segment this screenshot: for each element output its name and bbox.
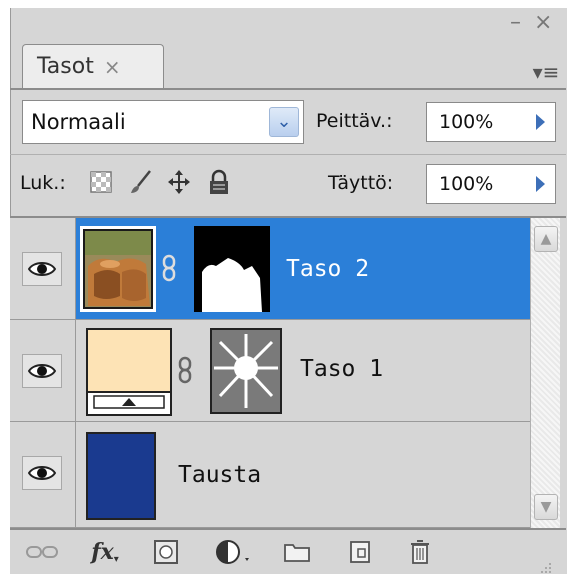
- opacity-label: Peittäv.:: [316, 110, 393, 132]
- tab-divider: [10, 88, 566, 90]
- layer-mask-thumbnail[interactable]: [210, 328, 282, 414]
- eye-icon: [28, 466, 56, 480]
- fill-field[interactable]: 100%: [426, 164, 556, 204]
- eye-icon: [28, 262, 56, 276]
- eye-icon: [28, 364, 56, 378]
- new-group-icon[interactable]: [280, 536, 314, 568]
- layers-footer-toolbar: fx ▾: [10, 528, 566, 574]
- layers-list: Taso 2 Taso 1 Tausta: [10, 218, 530, 528]
- scroll-down-icon[interactable]: ▼: [534, 494, 558, 520]
- panel-menu-button[interactable]: ▾≡: [532, 60, 560, 84]
- layer-name[interactable]: Taso 2: [286, 256, 369, 282]
- visibility-cell: [10, 422, 76, 527]
- tab-layers[interactable]: Tasot ×: [22, 44, 164, 88]
- link-mask-icon[interactable]: [162, 254, 176, 282]
- visibility-toggle[interactable]: [22, 252, 62, 286]
- lock-paint-icon[interactable]: [128, 168, 154, 196]
- visibility-cell: [10, 218, 76, 319]
- layer-name[interactable]: Taso 1: [300, 356, 383, 382]
- visibility-toggle[interactable]: [22, 354, 62, 388]
- lock-all-icon[interactable]: [206, 168, 232, 196]
- lock-label: Luk.:: [20, 172, 66, 194]
- link-mask-icon[interactable]: [178, 356, 192, 384]
- fill-value: 100%: [439, 173, 494, 195]
- tab-label: Tasot: [37, 54, 94, 79]
- blend-mode-select[interactable]: Normaali ⌄: [22, 100, 304, 144]
- divider: [10, 154, 566, 155]
- layer-mask-thumbnail[interactable]: [194, 226, 270, 312]
- lock-transparent-icon[interactable]: [88, 168, 114, 196]
- fx-icon[interactable]: fx ▾: [82, 536, 128, 568]
- add-mask-icon[interactable]: [150, 536, 182, 568]
- layer-thumbnail-photo[interactable]: [80, 226, 156, 312]
- blend-mode-value: Normaali: [31, 110, 126, 134]
- tab-close-icon[interactable]: ×: [104, 55, 121, 79]
- opacity-arrow-icon[interactable]: [536, 114, 545, 130]
- opacity-value: 100%: [439, 111, 494, 133]
- fx-label: fx: [91, 539, 114, 565]
- resize-grip-icon[interactable]: [534, 554, 554, 586]
- opacity-field[interactable]: 100%: [426, 102, 556, 142]
- layer-name[interactable]: Tausta: [178, 462, 261, 488]
- fill-label: Täyttö:: [328, 172, 394, 194]
- fill-arrow-icon[interactable]: [536, 176, 545, 192]
- close-panel-button[interactable]: ×: [534, 12, 552, 34]
- layer-thumbnail-background[interactable]: [86, 432, 156, 520]
- adjustment-layer-icon[interactable]: [212, 536, 254, 568]
- layer-row-taso-2[interactable]: Taso 2: [10, 218, 530, 320]
- layers-scrollbar[interactable]: ▲ ▼: [530, 218, 560, 528]
- link-layers-icon[interactable]: [24, 536, 60, 568]
- layer-row-tausta[interactable]: Tausta: [10, 422, 530, 528]
- trash-icon[interactable]: [404, 536, 436, 568]
- scroll-up-icon[interactable]: ▲: [534, 226, 558, 252]
- minimize-button[interactable]: –: [510, 12, 521, 34]
- layer-thumbnail-fill[interactable]: [86, 328, 172, 416]
- lock-move-icon[interactable]: [166, 168, 192, 196]
- visibility-toggle[interactable]: [22, 456, 62, 490]
- layer-row-taso-1[interactable]: Taso 1: [10, 320, 530, 422]
- visibility-cell: [10, 320, 76, 421]
- new-layer-icon[interactable]: [344, 536, 376, 568]
- chevron-down-icon[interactable]: ⌄: [269, 107, 299, 137]
